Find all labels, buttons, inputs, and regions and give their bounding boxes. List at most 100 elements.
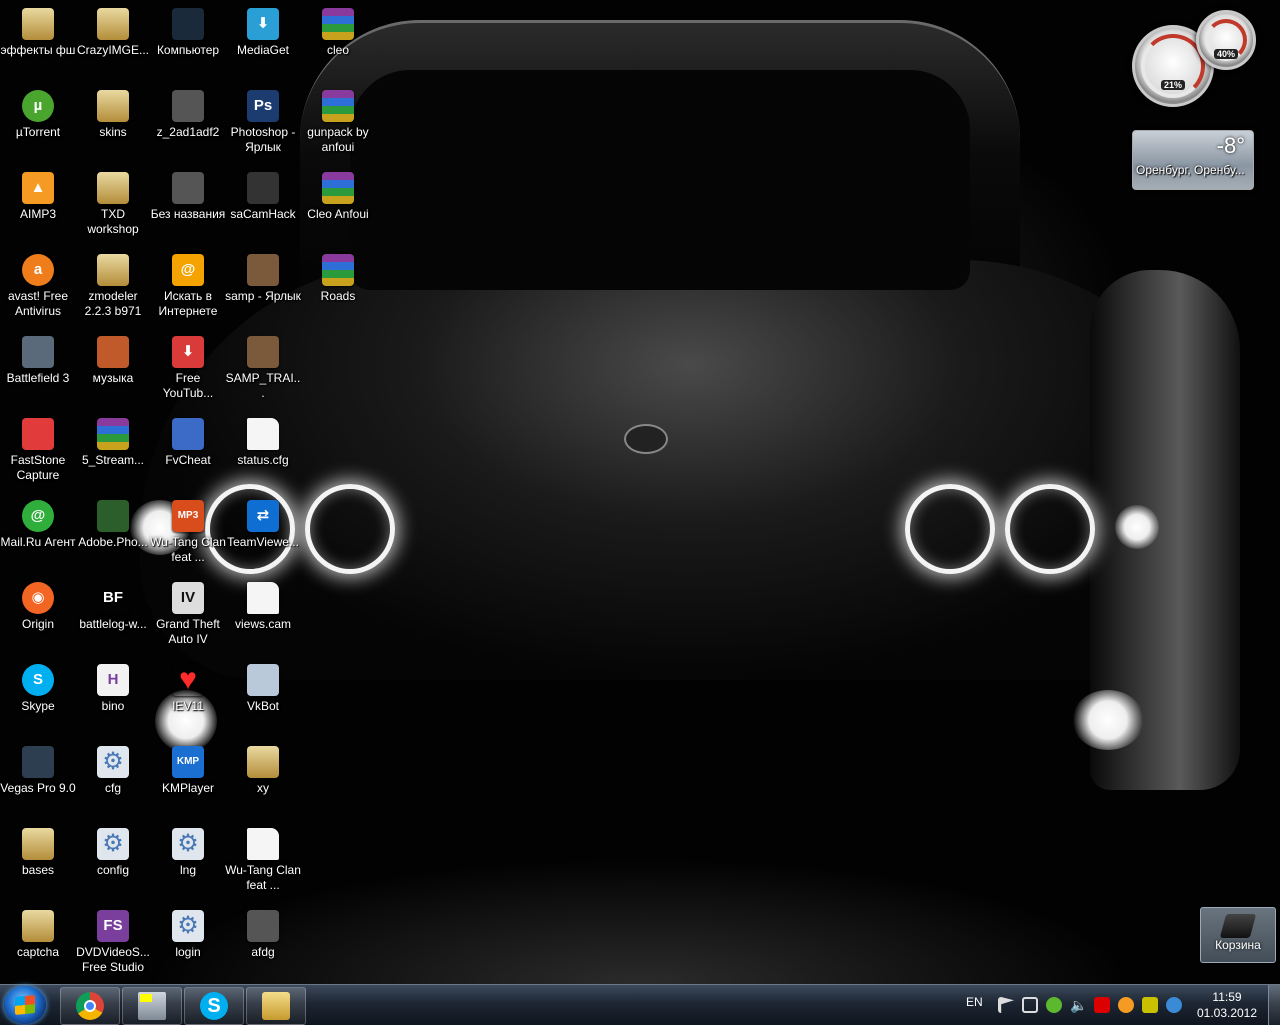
desktop-icon[interactable]: @ Mail.Ru Агент <box>0 500 76 550</box>
desktop-icon-label: Без названия <box>150 207 226 221</box>
winrar-icon <box>322 90 354 122</box>
security-shield-icon[interactable] <box>1046 997 1062 1013</box>
desktop-icon[interactable]: xy <box>225 746 301 796</box>
desktop-icon[interactable]: captcha <box>0 910 76 960</box>
desktop-icon[interactable]: FS DVDVideoS... Free Studio <box>75 910 151 975</box>
desktop-icon-label: login <box>175 945 201 959</box>
desktop-icon[interactable]: cfg <box>75 746 151 796</box>
desktop-icon[interactable]: Без названия <box>150 172 226 222</box>
weather-gadget[interactable]: -8° Оренбург, Оренбу... <box>1132 130 1254 190</box>
desktop-icon[interactable]: config <box>75 828 151 878</box>
action-center-flag-icon[interactable] <box>998 997 1014 1013</box>
desktop-icon[interactable]: Hbino <box>75 664 151 714</box>
config-file-icon <box>97 828 129 860</box>
utorrent-icon: µ <box>22 90 54 122</box>
desktop-icon[interactable]: VkBot <box>225 664 301 714</box>
desktop-icon[interactable]: Ps Photoshop - Ярлык <box>225 90 301 155</box>
battlefield-icon <box>22 336 54 368</box>
desktop-icon-label: Wu-Tang Clan feat ... <box>225 863 301 892</box>
show-desktop-button[interactable] <box>1268 985 1280 1025</box>
memory-meter-gadget[interactable]: 40% <box>1196 10 1256 70</box>
desktop-icon[interactable]: музыка <box>75 336 151 386</box>
cpu-tray-icon[interactable] <box>1142 997 1158 1013</box>
desktop-icon[interactable]: ⇄ TeamViewe... <box>225 500 301 550</box>
volume-icon[interactable]: 🔈 <box>1070 997 1087 1013</box>
desktop-icon-label: 5_Stream... <box>81 453 145 467</box>
desktop-icon-label: bino <box>101 699 125 713</box>
desktop-icon[interactable]: SAMP_TRAI... <box>225 336 301 401</box>
desktop-icon[interactable]: MP3 Wu-Tang Clan feat ... <box>150 500 226 565</box>
desktop-icon[interactable]: Компьютер <box>150 8 226 58</box>
skype-icon: S <box>22 664 54 696</box>
desktop-icon[interactable]: Roads <box>300 254 376 304</box>
taskbar-cpu-gadget-button[interactable] <box>122 987 182 1025</box>
desktop-icon[interactable]: CrazyIMGE... <box>75 8 151 58</box>
desktop-icon[interactable]: BF battlelog-w... <box>75 582 151 632</box>
wallpaper-headlight-lamp <box>1115 505 1159 549</box>
desktop-icon[interactable]: ▲ AIMP3 <box>0 172 76 222</box>
desktop-icon-label: Vegas Pro 9.0 <box>0 781 76 795</box>
cpu-usage-value: 21% <box>1160 80 1186 90</box>
taskbar-skype-button[interactable]: S <box>184 987 244 1025</box>
desktop-icon[interactable]: S Skype <box>0 664 76 714</box>
desktop-icon[interactable]: afdg <box>225 910 301 960</box>
desktop-icon-label: zmodeler 2.2.3 b971 <box>84 289 142 318</box>
desktop-icon[interactable]: ⬇ MediaGet <box>225 8 301 58</box>
desktop-icon[interactable]: ◉ Origin <box>0 582 76 632</box>
taskbar-chrome-button[interactable] <box>60 987 120 1025</box>
desktop-icon[interactable]: @ Искать в Интернете <box>150 254 226 319</box>
desktop-icon-label: IEV11 <box>172 699 204 713</box>
recycle-bin-icon <box>1219 914 1257 938</box>
language-indicator[interactable]: EN <box>966 995 983 1009</box>
desktop-icon[interactable]: gunpack by anfoui <box>300 90 376 155</box>
desktop-icon[interactable]: FvCheat <box>150 418 226 468</box>
desktop-icon[interactable]: views.cam <box>225 582 301 632</box>
music-folder-icon <box>97 336 129 368</box>
aimp-tray-icon[interactable] <box>1118 997 1134 1013</box>
desktop-icon-label: status.cfg <box>237 453 289 467</box>
desktop-icon[interactable]: saCamHack <box>225 172 301 222</box>
desktop-icon[interactable]: TXD workshop <box>75 172 151 237</box>
desktop-icon[interactable]: login <box>150 910 226 960</box>
desktop-icon[interactable]: эффекты фш <box>0 8 76 58</box>
desktop-icon[interactable]: IV Grand Theft Auto IV <box>150 582 226 647</box>
desktop-icon[interactable]: ⬇ Free YouTub... <box>150 336 226 401</box>
mailru-agent-icon: @ <box>22 500 54 532</box>
archive-folder-icon <box>97 172 129 204</box>
clock-date: 01.03.2012 <box>1196 1006 1258 1020</box>
desktop-icon[interactable]: Cleo Anfoui <box>300 172 376 222</box>
desktop-icon[interactable]: ♥ IEV11 <box>150 664 226 714</box>
desktop-icon[interactable]: lng <box>150 828 226 878</box>
skype-tray-icon[interactable] <box>1166 997 1182 1013</box>
origin-icon: ◉ <box>22 582 54 614</box>
system-clock[interactable]: 11:59 01.03.2012 <box>1192 989 1262 1021</box>
taskbar-explorer-button[interactable] <box>246 987 306 1025</box>
desktop-icon[interactable]: FastStone Capture <box>0 418 76 483</box>
desktop-icon[interactable]: samp - Ярлык <box>225 254 301 304</box>
desktop-icon[interactable]: status.cfg <box>225 418 301 468</box>
desktop-icon[interactable]: Battlefield 3 <box>0 336 76 386</box>
desktop-icon[interactable]: bases <box>0 828 76 878</box>
archive-folder-icon <box>97 254 129 286</box>
desktop-icon[interactable]: Vegas Pro 9.0 <box>0 746 76 796</box>
winrar-icon <box>322 172 354 204</box>
desktop-icon[interactable]: Wu-Tang Clan feat ... <box>225 828 301 893</box>
adobe-updater-icon[interactable] <box>1094 997 1110 1013</box>
network-icon[interactable] <box>1022 997 1038 1013</box>
desktop-icon[interactable]: µ µTorrent <box>0 90 76 140</box>
desktop-icon[interactable]: z_2ad1adf2 <box>150 90 226 140</box>
desktop-icon[interactable]: skins <box>75 90 151 140</box>
start-button[interactable] <box>4 986 46 1024</box>
windows-logo-icon <box>15 995 35 1015</box>
recycle-bin[interactable]: Корзина <box>1200 907 1276 963</box>
desktop-icon[interactable]: cleo <box>300 8 376 58</box>
archive-folder-icon <box>247 746 279 778</box>
kmplayer-icon: KMP <box>172 746 204 778</box>
desktop-icon[interactable]: 5_Stream... <box>75 418 151 468</box>
desktop-icon[interactable]: KMP KMPlayer <box>150 746 226 796</box>
desktop-icon[interactable]: zmodeler 2.2.3 b971 <box>75 254 151 319</box>
faststone-icon <box>22 418 54 450</box>
desktop-icon[interactable]: a avast! Free Antivirus <box>0 254 76 319</box>
desktop-icon[interactable]: Adobe.Pho... <box>75 500 151 550</box>
weather-temperature: -8° <box>1216 133 1245 158</box>
